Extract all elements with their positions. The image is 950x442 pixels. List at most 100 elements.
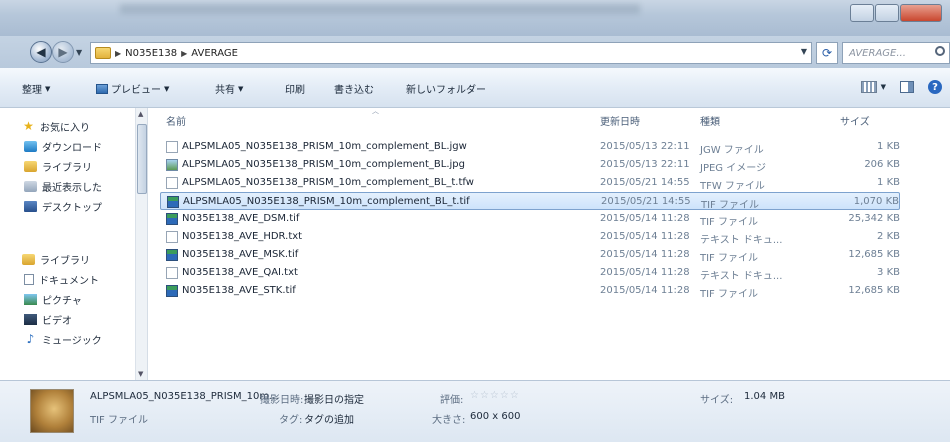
file-date: 2015/05/14 11:28	[600, 231, 690, 242]
file-list: 名前 ︿ 更新日時 種類 サイズ ALPSMLA05_N035E138_PRIS…	[150, 107, 950, 380]
text-file-icon	[166, 267, 178, 279]
date-taken-value[interactable]: 撮影日の指定	[304, 391, 364, 406]
nav-item-label: ドキュメント	[39, 275, 99, 287]
rating-stars[interactable]: ☆☆☆☆☆	[470, 390, 520, 401]
nav-item-desktop[interactable]: デスクトップ	[24, 196, 102, 216]
refresh-button[interactable]: ⟳	[816, 42, 838, 64]
dimensions-label: 大きさ:	[432, 415, 466, 426]
nav-item-videos[interactable]: ビデオ	[24, 309, 72, 329]
chevron-right-icon[interactable]: ▶	[181, 49, 187, 58]
music-icon: ♪	[26, 331, 35, 346]
new-folder-button[interactable]: 新しいフォルダー	[406, 81, 486, 96]
breadcrumb-item[interactable]: AVERAGE	[191, 48, 238, 59]
file-name: ALPSMLA05_N035E138_PRISM_10m_complement_…	[183, 196, 470, 207]
nav-item-music[interactable]: ♪ ミュージック	[24, 329, 102, 349]
size-label: サイズ:	[700, 395, 734, 406]
details-filename: ALPSMLA05_N035E138_PRISM_10m...	[90, 391, 279, 402]
chevron-down-icon: ▼	[164, 84, 170, 93]
details-pane: ALPSMLA05_N035E138_PRISM_10m... TIF ファイル…	[0, 380, 950, 442]
text-file-icon	[166, 177, 178, 189]
nav-scrollbar[interactable]: ▲ ▼	[135, 108, 147, 380]
file-row[interactable]: ALPSMLA05_N035E138_PRISM_10m_complement_…	[160, 138, 900, 156]
file-thumbnail	[30, 389, 74, 433]
forward-button[interactable]: ▶	[52, 41, 74, 63]
file-row[interactable]: N035E138_AVE_DSM.tif 2015/05/14 11:28 TI…	[160, 210, 900, 228]
dimensions-value: 600 x 600	[470, 411, 521, 422]
close-button[interactable]	[900, 4, 942, 22]
change-view-icon[interactable]	[860, 81, 877, 93]
file-name: N035E138_AVE_DSM.tif	[182, 213, 300, 224]
organize-menu[interactable]: 整理 ▼	[22, 81, 50, 97]
nav-item-library-fav[interactable]: ライブラリ	[24, 156, 92, 176]
chevron-down-icon: ▼	[238, 84, 244, 93]
file-row[interactable]: N035E138_AVE_QAI.txt 2015/05/14 11:28 テキ…	[160, 264, 900, 282]
scroll-up-icon[interactable]: ▲	[138, 110, 143, 118]
minimize-button[interactable]	[850, 4, 874, 22]
search-placeholder: AVERAGE...	[849, 47, 906, 59]
burn-button[interactable]: 書き込む	[334, 81, 374, 96]
tif-file-icon	[166, 249, 178, 261]
library-icon	[22, 253, 35, 265]
maximize-button[interactable]	[875, 4, 899, 22]
back-button[interactable]: ◀	[30, 41, 52, 63]
address-dropdown-icon[interactable]: ▼	[801, 47, 807, 56]
file-date: 2015/05/21 14:55	[601, 196, 691, 207]
file-type: TIF ファイル	[700, 253, 758, 264]
column-header-name[interactable]: 名前	[166, 110, 186, 130]
file-type: JGW ファイル	[700, 145, 764, 156]
scrollbar-thumb[interactable]	[137, 124, 147, 194]
nav-item-label: 最近表示した	[42, 182, 102, 194]
preview-menu[interactable]: プレビュー ▼	[96, 81, 169, 96]
file-row[interactable]: N035E138_AVE_MSK.tif 2015/05/14 11:28 TI…	[160, 246, 900, 264]
nav-item-favorites[interactable]: ★ お気に入り	[22, 116, 90, 136]
column-header-type[interactable]: 種類	[700, 110, 720, 130]
chevron-right-icon[interactable]: ▶	[115, 49, 121, 58]
sort-indicator-icon: ︿	[372, 107, 379, 115]
preview-pane-icon[interactable]	[900, 81, 914, 93]
file-date: 2015/05/14 11:28	[600, 249, 690, 260]
file-name: ALPSMLA05_N035E138_PRISM_10m_complement_…	[182, 141, 467, 152]
file-type: テキスト ドキュ...	[700, 271, 783, 282]
tif-file-icon	[166, 213, 178, 225]
share-label: 共有	[215, 85, 235, 96]
nav-item-downloads[interactable]: ダウンロード	[24, 136, 102, 156]
file-size: 1 KB	[877, 177, 900, 188]
recent-pages-dropdown[interactable]: ▼	[76, 48, 82, 57]
column-name-label: 名前	[166, 116, 186, 128]
nav-item-pictures[interactable]: ピクチャ	[24, 289, 82, 309]
file-row[interactable]: N035E138_AVE_HDR.txt 2015/05/14 11:28 テキ…	[160, 228, 900, 246]
file-row-selected[interactable]: ALPSMLA05_N035E138_PRISM_10m_complement_…	[160, 192, 900, 211]
file-name: ALPSMLA05_N035E138_PRISM_10m_complement_…	[182, 177, 474, 188]
nav-item-documents[interactable]: ドキュメント	[24, 269, 99, 289]
scroll-down-icon[interactable]: ▼	[138, 370, 143, 378]
nav-item-label: デスクトップ	[42, 202, 102, 214]
view-controls: ▼ ?	[860, 80, 942, 94]
column-size-label: サイズ	[840, 116, 870, 128]
nav-item-label: ミュージック	[42, 335, 102, 347]
file-name: N035E138_AVE_HDR.txt	[182, 231, 303, 242]
column-header-date[interactable]: 更新日時	[600, 110, 640, 130]
print-button[interactable]: 印刷	[285, 81, 305, 96]
nav-item-label: ダウンロード	[42, 142, 102, 154]
chevron-down-icon[interactable]: ▼	[881, 83, 886, 91]
nav-item-recent[interactable]: 最近表示した	[24, 176, 102, 196]
file-date: 2015/05/14 11:28	[600, 213, 690, 224]
address-bar[interactable]: ▶ N035E138 ▶ AVERAGE ▼	[90, 42, 812, 64]
file-row[interactable]: N035E138_AVE_STK.tif 2015/05/14 11:28 TI…	[160, 282, 900, 300]
tags-value[interactable]: タグの追加	[304, 411, 354, 426]
nav-item-libraries[interactable]: ライブラリ	[22, 249, 90, 269]
text-file-icon	[166, 141, 178, 153]
file-row[interactable]: ALPSMLA05_N035E138_PRISM_10m_complement_…	[160, 156, 900, 174]
nav-item-label: ピクチャ	[42, 295, 82, 307]
column-header-size[interactable]: サイズ	[840, 110, 870, 130]
share-menu[interactable]: 共有 ▼	[215, 81, 244, 97]
search-input[interactable]: AVERAGE...	[842, 42, 950, 64]
burn-label: 書き込む	[334, 85, 374, 96]
help-icon[interactable]: ?	[928, 80, 942, 94]
file-date: 2015/05/14 11:28	[600, 285, 690, 296]
nav-item-label: ライブラリ	[42, 162, 92, 174]
file-row[interactable]: ALPSMLA05_N035E138_PRISM_10m_complement_…	[160, 174, 900, 192]
pictures-icon	[24, 293, 37, 305]
title-bar-blur	[120, 4, 640, 14]
breadcrumb-item[interactable]: N035E138	[125, 48, 177, 59]
